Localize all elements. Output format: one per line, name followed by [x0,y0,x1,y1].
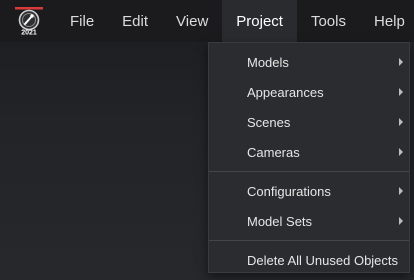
menu-tools[interactable]: Tools [297,0,360,42]
menu-item-cameras[interactable]: Cameras [209,137,409,167]
submenu-arrow-icon [399,58,403,66]
menu-item-cameras-label: Cameras [247,144,300,160]
menu-item-configurations[interactable]: Configurations [209,176,409,206]
submenu-arrow-icon [399,118,403,126]
menu-item-configurations-label: Configurations [247,183,331,199]
menu-edit[interactable]: Edit [108,0,162,42]
submenu-arrow-icon [399,187,403,195]
panel-edge [410,42,414,280]
menu-item-scenes-label: Scenes [247,114,291,130]
menu-item-models-label: Models [247,54,289,70]
menu-help[interactable]: Help [360,0,414,42]
menu-item-model-sets-label: Model Sets [247,213,313,229]
menu-view-label: View [176,12,209,30]
logo-year: 2021 [21,30,37,36]
menu-item-model-sets[interactable]: Model Sets [209,206,409,236]
menu-separator [209,171,409,172]
app-logo[interactable]: 2021 [8,0,50,42]
menu-project-label: Project [236,12,283,30]
menu-item-delete-unused[interactable]: Delete All Unused Objects [209,245,409,275]
menu-separator [209,240,409,241]
menu-tools-label: Tools [310,12,346,30]
menu-item-appearances[interactable]: Appearances [209,77,409,107]
menu-item-scenes[interactable]: Scenes [209,107,409,137]
submenu-arrow-icon [399,88,403,96]
keyshot-logo-icon: 2021 [15,7,43,35]
menu-help-label: Help [374,12,405,30]
menu-edit-label: Edit [122,12,149,30]
app-window: 2021 File Edit View Project Tools Help M… [0,0,414,280]
menu-item-appearances-label: Appearances [247,84,324,100]
menu-file-label: File [70,12,95,30]
submenu-arrow-icon [399,217,403,225]
menu-bar: 2021 File Edit View Project Tools Help [0,0,414,42]
menu-item-delete-unused-label: Delete All Unused Objects [247,252,399,268]
submenu-arrow-icon [399,148,403,156]
project-dropdown-menu: Models Appearances Scenes Cameras Config… [208,42,410,273]
menu-view[interactable]: View [162,0,222,42]
menu-item-models[interactable]: Models [209,47,409,77]
menu-project[interactable]: Project [222,0,297,42]
menu-file[interactable]: File [56,0,108,42]
